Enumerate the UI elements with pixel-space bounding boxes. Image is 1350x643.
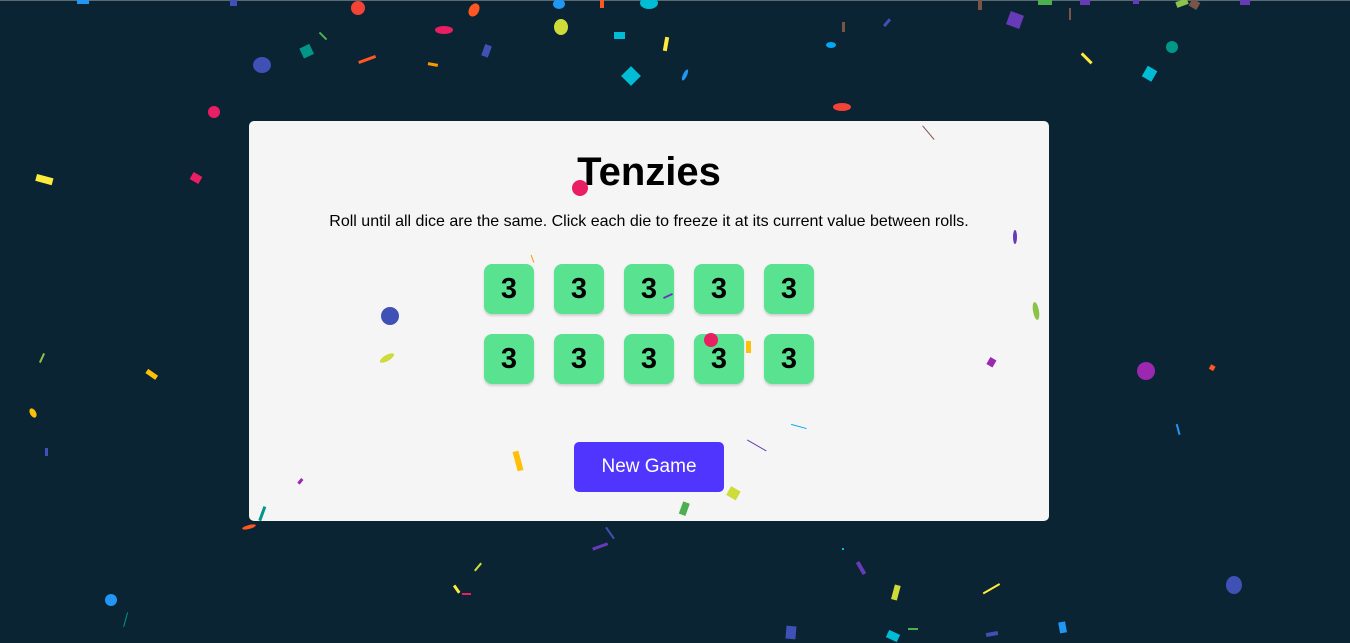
confetti-piece: [605, 526, 615, 540]
confetti-piece: [1069, 8, 1071, 20]
die-7[interactable]: 3: [554, 334, 604, 384]
game-instructions: Roll until all dice are the same. Click …: [329, 213, 969, 230]
confetti-piece: [29, 408, 37, 418]
confetti-piece: [38, 353, 46, 363]
die-6[interactable]: 3: [484, 334, 534, 384]
confetti-piece: [452, 584, 461, 594]
game-card: Tenzies Roll until all dice are the same…: [249, 121, 1049, 521]
new-game-button[interactable]: New Game: [574, 442, 724, 492]
confetti-piece: [427, 62, 439, 67]
die-9[interactable]: 3: [694, 334, 744, 384]
confetti-piece: [358, 54, 377, 64]
confetti-piece: [318, 31, 328, 41]
confetti-piece: [982, 583, 1001, 595]
confetti-piece: [253, 57, 271, 73]
confetti-piece: [592, 542, 609, 551]
confetti-piece: [35, 174, 54, 186]
window-top-border: [0, 0, 1350, 1]
confetti-piece: [123, 612, 129, 628]
confetti-piece: [640, 0, 658, 9]
confetti-piece: [553, 0, 565, 9]
confetti-piece: [435, 26, 453, 34]
confetti-piece: [189, 172, 203, 184]
confetti-piece: [891, 584, 901, 601]
confetti-piece: [481, 43, 492, 58]
confetti-piece: [833, 103, 851, 111]
confetti-piece: [978, 0, 982, 10]
confetti-piece: [462, 593, 471, 595]
confetti-piece: [1006, 11, 1024, 29]
confetti-piece: [785, 625, 797, 640]
die-4[interactable]: 3: [694, 264, 744, 314]
confetti-piece: [1137, 362, 1155, 380]
confetti-piece: [1175, 423, 1181, 436]
confetti-piece: [600, 0, 604, 8]
confetti-piece: [474, 562, 482, 572]
confetti-piece: [1226, 576, 1242, 594]
confetti-piece: [842, 22, 845, 32]
confetti-piece: [681, 69, 689, 81]
confetti-piece: [105, 594, 117, 606]
confetti-piece: [1166, 41, 1178, 53]
confetti-piece: [208, 106, 220, 118]
confetti-piece: [1080, 52, 1093, 65]
die-1[interactable]: 3: [484, 264, 534, 314]
game-title: Tenzies: [577, 150, 721, 194]
die-5[interactable]: 3: [764, 264, 814, 314]
confetti-piece: [621, 66, 641, 86]
confetti-piece: [1175, 0, 1189, 8]
confetti-piece: [855, 560, 867, 576]
confetti-piece: [885, 629, 901, 643]
confetti-piece: [1208, 364, 1216, 372]
die-10[interactable]: 3: [764, 334, 814, 384]
confetti-piece: [1188, 0, 1201, 10]
dice-container: 3 3 3 3 3 3 3 3 3 3: [484, 264, 814, 384]
confetti-piece: [242, 524, 256, 530]
confetti-piece: [1141, 65, 1158, 82]
confetti-piece: [908, 628, 918, 630]
confetti-piece: [662, 36, 670, 52]
die-2[interactable]: 3: [554, 264, 604, 314]
confetti-piece: [1058, 621, 1067, 634]
confetti-piece: [614, 32, 625, 39]
confetti-piece: [883, 18, 892, 28]
confetti-piece: [299, 43, 314, 59]
confetti-piece: [145, 368, 159, 380]
confetti-piece: [45, 448, 48, 456]
die-3[interactable]: 3: [624, 264, 674, 314]
die-8[interactable]: 3: [624, 334, 674, 384]
confetti-piece: [985, 630, 999, 638]
confetti-piece: [351, 1, 365, 15]
confetti-piece: [826, 42, 836, 48]
confetti-piece: [468, 3, 480, 17]
confetti-piece: [554, 19, 568, 35]
confetti-piece: [842, 548, 844, 550]
